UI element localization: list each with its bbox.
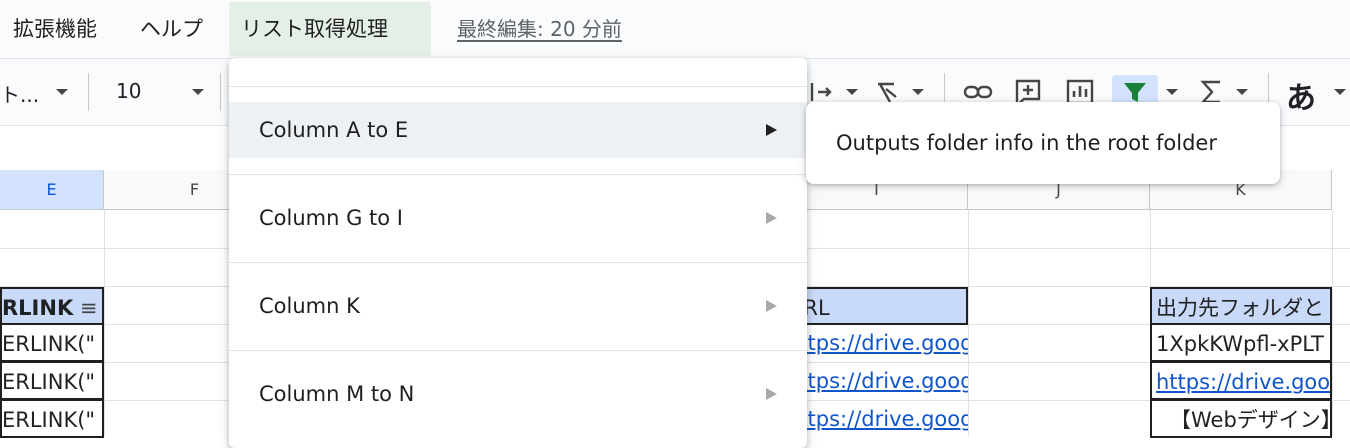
- cell-i-link[interactable]: https://drive.goog: [786, 400, 968, 438]
- last-edit-link[interactable]: 最終編集: 20 分前: [457, 2, 622, 56]
- merge-caret-icon[interactable]: [846, 89, 858, 95]
- menu-item-label: Column G to I: [259, 206, 403, 230]
- menu-item-column-k[interactable]: Column K: [229, 278, 807, 334]
- cell-e[interactable]: ERLINK(": [0, 400, 104, 438]
- submenu-arrow-icon: [766, 388, 777, 400]
- input-tools-caret-icon[interactable]: [1334, 89, 1346, 95]
- font-size-caret-icon[interactable]: [192, 89, 204, 95]
- gridline: [1332, 210, 1333, 436]
- menu-item-label: Column M to N: [259, 382, 415, 406]
- submenu-arrow-icon: [766, 124, 777, 136]
- filter-caret-icon[interactable]: [1166, 89, 1178, 95]
- cell-e[interactable]: ERLINK(": [0, 362, 104, 400]
- functions-caret-icon[interactable]: [1236, 89, 1248, 95]
- cell-k-header[interactable]: 出力先フォルダと: [1150, 287, 1332, 325]
- filter-lines-icon[interactable]: ≡: [73, 296, 98, 320]
- menu-divider: [229, 350, 807, 351]
- submenu-arrow-icon: [766, 300, 777, 312]
- cell-e-header[interactable]: RLINK ≡: [0, 287, 104, 325]
- menu-item-column-a-to-e[interactable]: Column A to E: [229, 102, 807, 158]
- menu-item-column-g-to-i[interactable]: Column G to I: [229, 190, 807, 246]
- menu-extensions[interactable]: 拡張機能: [13, 2, 97, 56]
- cell-i-link[interactable]: https://drive.goog: [786, 362, 968, 400]
- menu-item-label: Column K: [259, 294, 360, 318]
- menu-item-tooltip: Outputs folder info in the root folder: [806, 102, 1280, 184]
- rotation-caret-icon[interactable]: [912, 89, 924, 95]
- font-size-select[interactable]: 10: [116, 79, 141, 103]
- cell-text: RLINK: [2, 296, 74, 320]
- menu-item-label: Column A to E: [259, 118, 409, 142]
- menu-divider: [229, 262, 807, 263]
- menu-divider: [229, 86, 807, 87]
- cell-i-link[interactable]: https://drive.goog: [786, 324, 968, 362]
- font-family-select[interactable]: ト...: [0, 79, 39, 108]
- font-family-caret-icon[interactable]: [56, 89, 68, 95]
- cell-k-link[interactable]: https://drive.goog: [1150, 362, 1332, 400]
- toolbar-divider: [220, 73, 221, 111]
- input-tools-icon[interactable]: あ: [1286, 73, 1316, 117]
- menu-list-fetch[interactable]: リスト取得処理: [229, 2, 431, 56]
- cell-k[interactable]: 【Webデザイン】: [1150, 400, 1332, 438]
- cell-i-header[interactable]: URL: [786, 287, 968, 325]
- cell-k[interactable]: 1XpkKWpfl-xPLT: [1150, 324, 1332, 362]
- submenu-arrow-icon: [766, 212, 777, 224]
- menu-item-column-m-to-n[interactable]: Column M to N: [229, 366, 807, 422]
- gridline: [968, 210, 969, 436]
- menu-help[interactable]: ヘルプ: [140, 2, 203, 56]
- toolbar-divider: [88, 73, 89, 111]
- column-header-e[interactable]: E: [0, 170, 104, 210]
- menu-bar: 拡張機能 ヘルプ リスト取得処理 最終編集: 20 分前: [0, 0, 1350, 58]
- menu-divider: [229, 174, 807, 175]
- list-fetch-dropdown-menu: Column A to E Column G to I Column K Col…: [229, 58, 807, 448]
- gridline: [104, 210, 105, 436]
- cell-e[interactable]: ERLINK(": [0, 324, 104, 362]
